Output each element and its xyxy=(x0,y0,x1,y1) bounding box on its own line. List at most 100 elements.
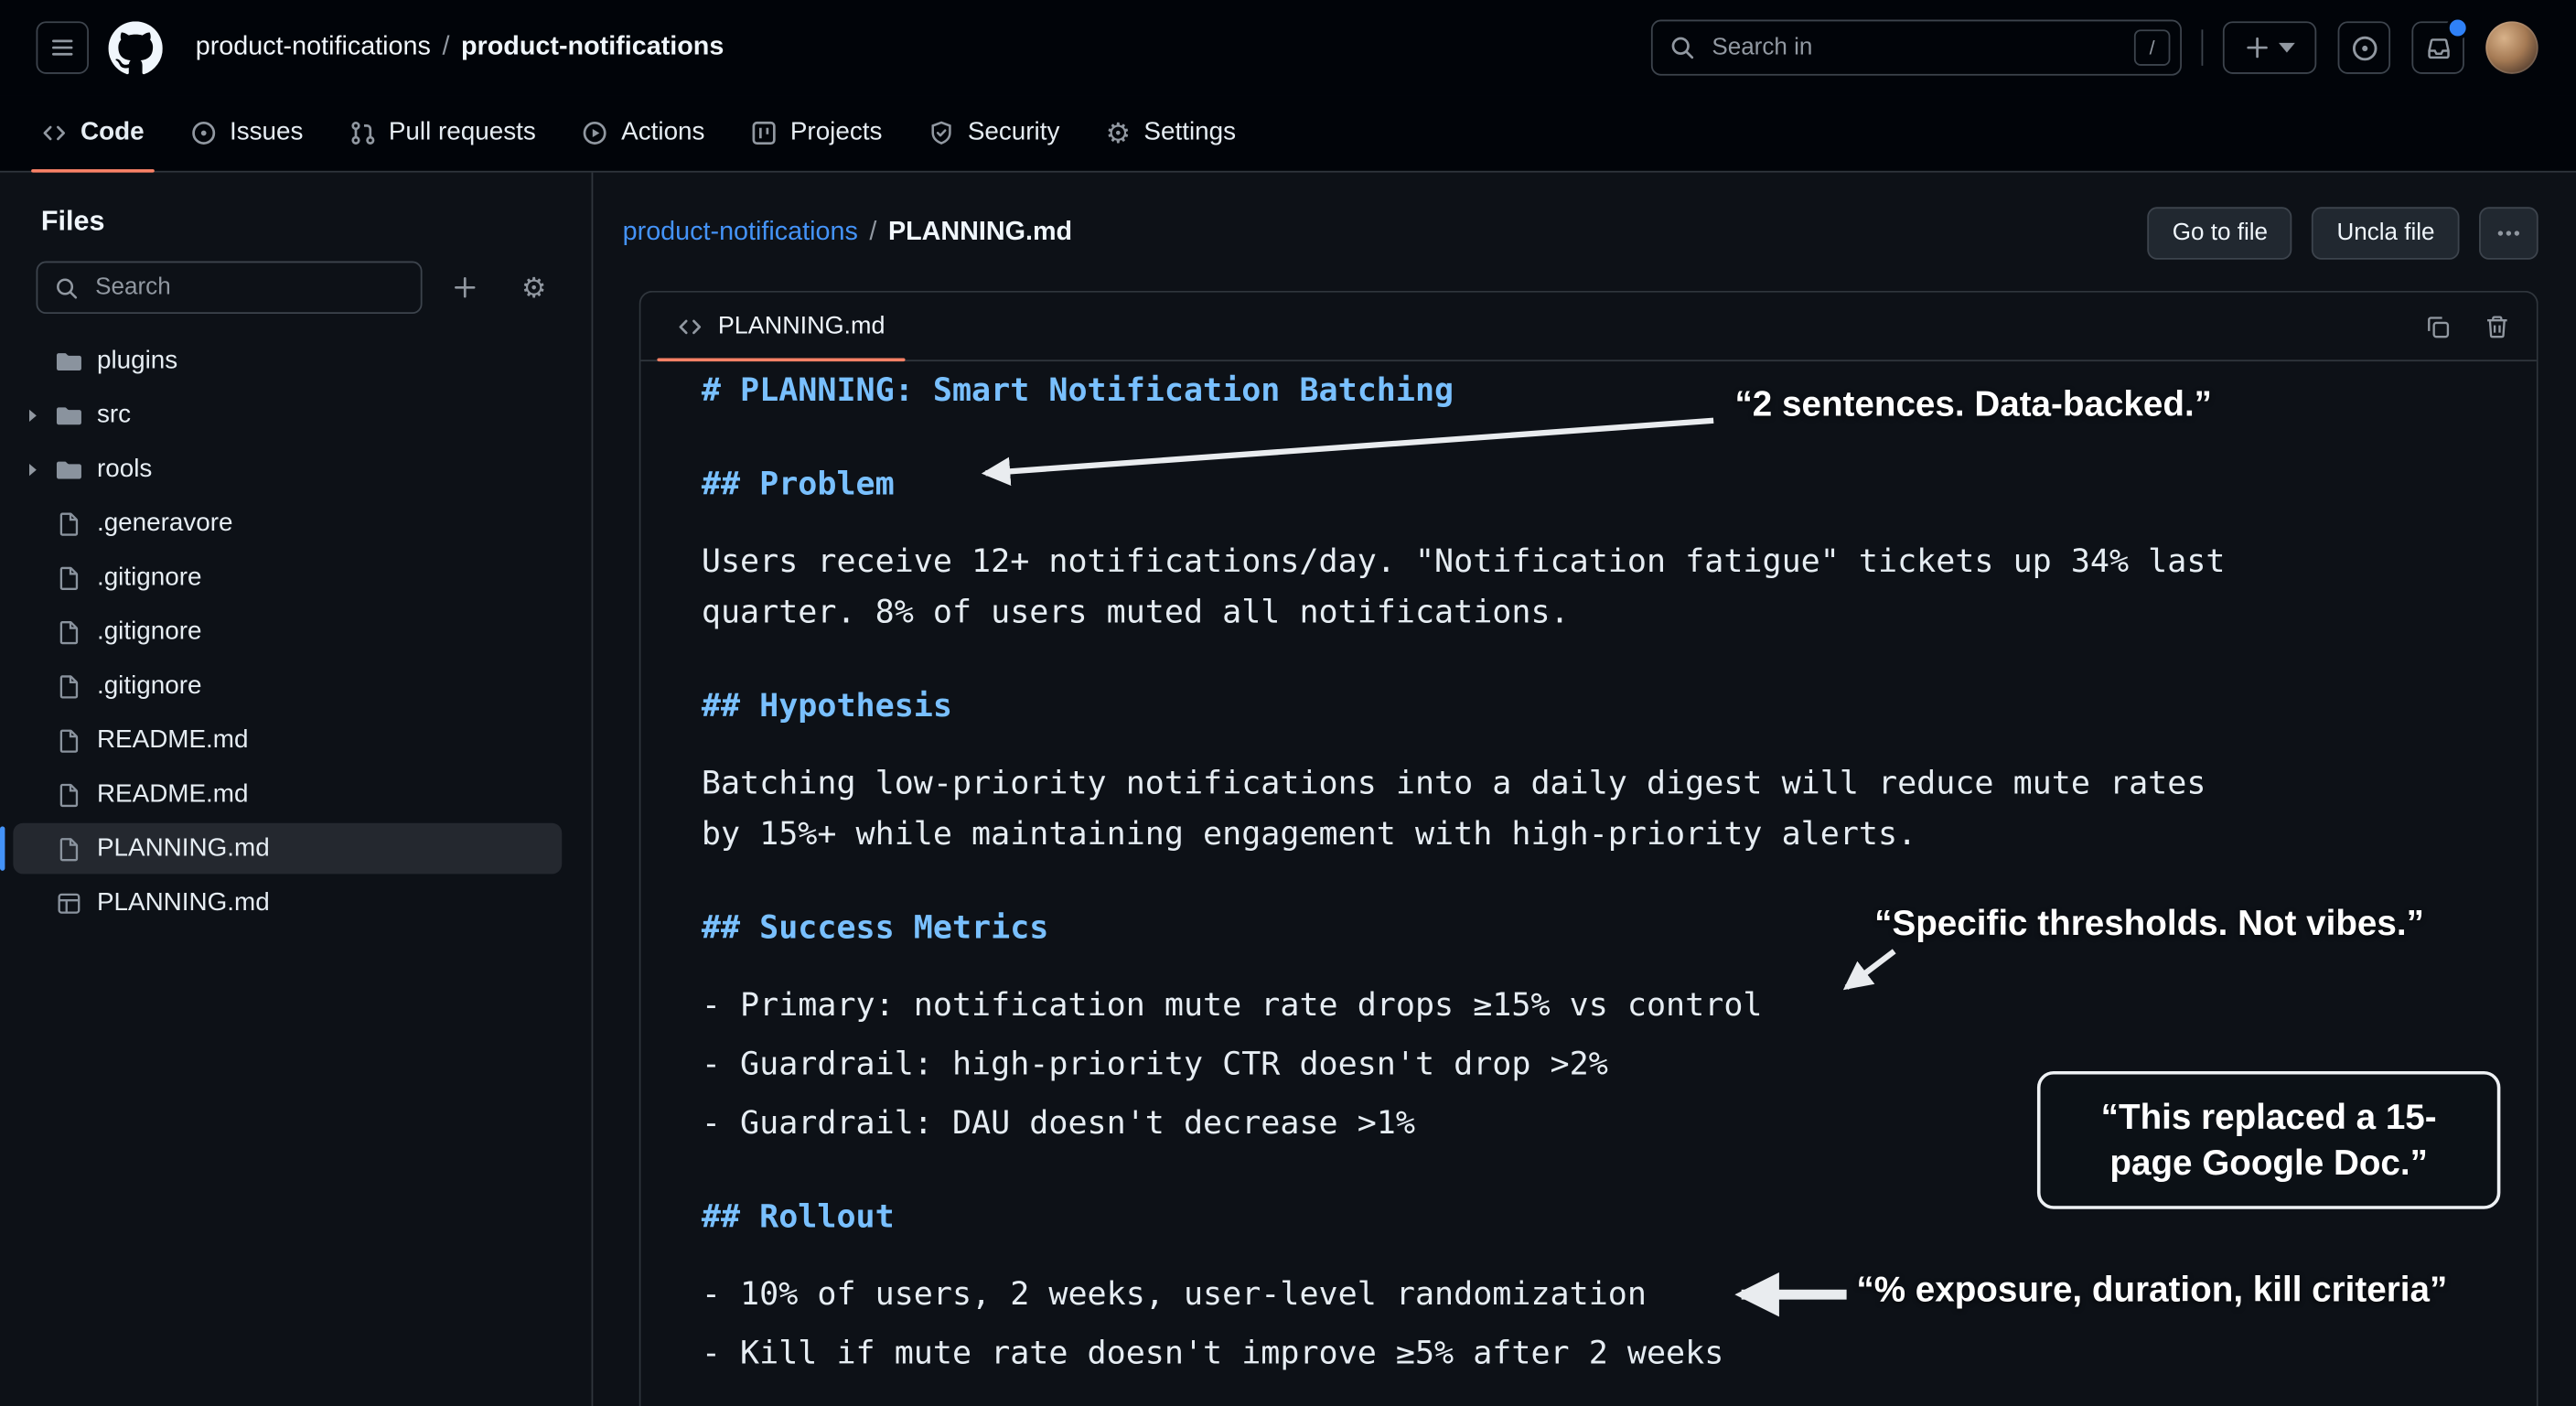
file-tree-row-planning-selected[interactable]: PLANNING.md xyxy=(0,821,592,875)
plus-icon xyxy=(2244,35,2270,61)
tab-actions[interactable]: Actions xyxy=(559,95,728,171)
tab-issues[interactable]: Issues xyxy=(167,95,327,171)
copy-icon[interactable] xyxy=(2425,313,2452,339)
repo-nav: Code Issues Pull requests Actions Projec… xyxy=(0,95,2576,172)
tab-projects[interactable]: Projects xyxy=(728,95,906,171)
file-icon xyxy=(56,510,82,537)
global-search-input[interactable] xyxy=(1709,33,2134,62)
header-breadcrumb: product-notifications / product-notifica… xyxy=(196,33,724,62)
search-icon xyxy=(54,275,79,300)
trash-icon[interactable] xyxy=(2484,313,2510,339)
file-tab-planning[interactable]: PLANNING.md xyxy=(654,293,908,360)
file-sidebar: Files ⚙ xyxy=(0,173,593,1406)
issue-opened-icon xyxy=(190,120,217,146)
file-icon xyxy=(56,672,82,699)
breadcrumb: product-notifications / PLANNING.md xyxy=(623,219,1072,248)
code-icon xyxy=(41,120,68,146)
folder-icon xyxy=(56,402,82,428)
create-new-button[interactable] xyxy=(2223,21,2316,73)
tab-security[interactable]: Security xyxy=(906,95,1083,171)
more-options-button[interactable] xyxy=(2479,207,2538,259)
md-list-item: - Kill if mute rate doesn't improve ≥5% … xyxy=(702,1327,2476,1379)
md-h1: # PLANNING: Smart Notification Batching xyxy=(702,365,2476,416)
file-icon xyxy=(56,727,82,754)
global-search[interactable]: / xyxy=(1651,20,2182,76)
issue-opened-icon xyxy=(2350,34,2378,62)
file-icon xyxy=(56,835,82,862)
avatar[interactable] xyxy=(2485,21,2538,73)
issues-header-button[interactable] xyxy=(2338,21,2390,73)
app-header: product-notifications / product-notifica… xyxy=(0,0,2576,95)
search-icon xyxy=(1669,35,1696,61)
github-logo[interactable] xyxy=(109,20,163,74)
file-name: README.md xyxy=(97,779,249,809)
file-tree-row-plugins[interactable]: plugins xyxy=(0,334,592,388)
hamburger-icon xyxy=(49,35,76,61)
md-list-item: - Primary: notification mute rate drops … xyxy=(702,979,2476,1030)
md-paragraph-line: quarter. 8% of users muted all notificat… xyxy=(702,586,2476,638)
file-tree-row-rools[interactable]: rools xyxy=(0,442,592,496)
tab-pull-requests[interactable]: Pull requests xyxy=(327,95,559,171)
github-page: product-notifications / product-notifica… xyxy=(0,0,2576,1405)
file-tree-row-gitignore-2[interactable]: .gitignore xyxy=(0,605,592,659)
tree-settings-button[interactable]: ⚙ xyxy=(508,262,560,314)
file-tree-search-input[interactable] xyxy=(92,273,408,302)
file-name: README.md xyxy=(97,725,249,755)
inbox-button[interactable] xyxy=(2411,21,2463,73)
breadcrumb-owner[interactable]: product-notifications xyxy=(196,33,431,62)
hamburger-menu-button[interactable] xyxy=(37,21,89,73)
go-to-file-button[interactable]: Go to file xyxy=(2148,207,2292,259)
file-tree-row-readme-2[interactable]: README.md xyxy=(0,767,592,821)
tab-code[interactable]: Code xyxy=(18,95,167,171)
file-name: .gitignore xyxy=(97,617,202,646)
breadcrumb-separator: / xyxy=(442,33,449,62)
add-file-button[interactable] xyxy=(439,262,491,314)
breadcrumb-separator: / xyxy=(869,219,876,248)
play-icon xyxy=(582,120,608,146)
md-paragraph-line: by 15%+ while maintaining engagement wit… xyxy=(702,809,2476,860)
chevron-right-icon[interactable] xyxy=(20,403,47,426)
file-tab-label: PLANNING.md xyxy=(718,312,886,340)
md-h2-problem: ## Problem xyxy=(702,458,2476,510)
tab-issues-label: Issues xyxy=(230,118,303,147)
header-divider xyxy=(2202,29,2204,66)
file-viewer-card: PLANNING.md # PLANNING: Smart Notificati… xyxy=(639,291,2538,1406)
file-name: PLANNING.md xyxy=(97,888,270,918)
shield-icon xyxy=(928,120,955,146)
file-icon xyxy=(56,564,82,591)
breadcrumb-repo[interactable]: product-notifications xyxy=(461,33,724,62)
file-tree-row-gitignore-3[interactable]: .gitignore xyxy=(0,659,592,713)
gear-icon: ⚙ xyxy=(1106,119,1131,147)
md-list-item: - 10% of users, 2 weeks, user-level rand… xyxy=(702,1268,2476,1319)
file-name: PLANNING.md xyxy=(97,833,270,863)
file-tree-row-src[interactable]: src xyxy=(0,388,592,442)
file-tree-search[interactable] xyxy=(37,262,423,314)
file-name: src xyxy=(97,400,131,429)
tab-projects-label: Projects xyxy=(790,118,883,147)
files-heading: Files xyxy=(41,205,592,238)
file-icon xyxy=(56,781,82,808)
file-tree: plugins src xyxy=(0,334,592,930)
file-name: .generavore xyxy=(97,509,233,538)
caret-down-icon xyxy=(2279,43,2295,53)
md-h2-success-metrics: ## Success Metrics xyxy=(702,902,2476,953)
projects-icon xyxy=(751,120,778,146)
file-tree-row-generavore[interactable]: .generavore xyxy=(0,496,592,550)
file-name: .gitignore xyxy=(97,563,202,592)
table-file-icon xyxy=(56,889,82,916)
tab-settings[interactable]: ⚙ Settings xyxy=(1083,95,1260,171)
breadcrumb-repo-link[interactable]: product-notifications xyxy=(623,219,858,248)
tab-code-label: Code xyxy=(80,118,145,147)
uncla-file-button[interactable]: Uncla file xyxy=(2313,207,2460,259)
file-icon xyxy=(56,618,82,645)
file-tree-row-readme-1[interactable]: README.md xyxy=(0,713,592,767)
file-name: plugins xyxy=(97,346,177,375)
file-tree-row-planning-2[interactable]: PLANNING.md xyxy=(0,875,592,929)
file-tree-row-gitignore-1[interactable]: .gitignore xyxy=(0,551,592,605)
chevron-right-icon[interactable] xyxy=(20,457,47,480)
tab-actions-label: Actions xyxy=(621,118,704,147)
markdown-source: # PLANNING: Smart Notification Batching … xyxy=(640,361,2536,1406)
inbox-icon xyxy=(2424,34,2453,62)
md-h2-rollout: ## Rollout xyxy=(702,1191,2476,1242)
md-list-item: - Guardrail: DAU doesn't decrease >1% xyxy=(702,1098,2476,1149)
